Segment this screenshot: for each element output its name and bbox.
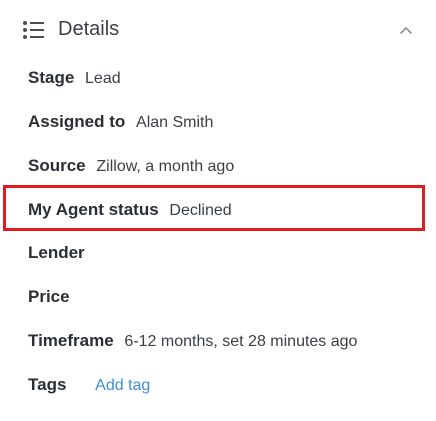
details-panel: Details Stage Lead Assigned to Alan Smit… [0,0,436,421]
agent-status-row[interactable]: My Agent status Declined [28,198,232,222]
list-icon [22,20,46,40]
tags-row: Tags Add tag [28,373,150,397]
add-tag-link[interactable]: Add tag [95,377,150,394]
chevron-up-icon[interactable] [394,20,418,40]
price-row[interactable]: Price [28,285,76,309]
stage-row[interactable]: Stage Lead [28,66,121,90]
stage-label: Stage [28,68,75,87]
details-header[interactable]: Details [0,0,436,60]
lender-label: Lender [28,243,85,262]
details-title: Details [58,18,120,40]
assigned-to-row[interactable]: Assigned to Alan Smith [28,110,213,134]
agent-status-label: My Agent status [28,200,159,219]
assigned-to-value: Alan Smith [136,114,214,131]
source-label: Source [28,156,86,175]
source-value: Zillow, a month ago [96,158,235,175]
lender-row[interactable]: Lender [28,241,91,265]
agent-status-value: Declined [169,202,232,219]
timeframe-row[interactable]: Timeframe 6-12 months, set 28 minutes ag… [28,329,357,353]
price-label: Price [28,287,70,306]
tags-label: Tags [28,375,67,394]
timeframe-label: Timeframe [28,331,114,350]
assigned-to-label: Assigned to [28,112,126,131]
source-row[interactable]: Source Zillow, a month ago [28,154,234,178]
timeframe-value: 6-12 months, set 28 minutes ago [124,333,358,350]
stage-value: Lead [85,70,121,87]
